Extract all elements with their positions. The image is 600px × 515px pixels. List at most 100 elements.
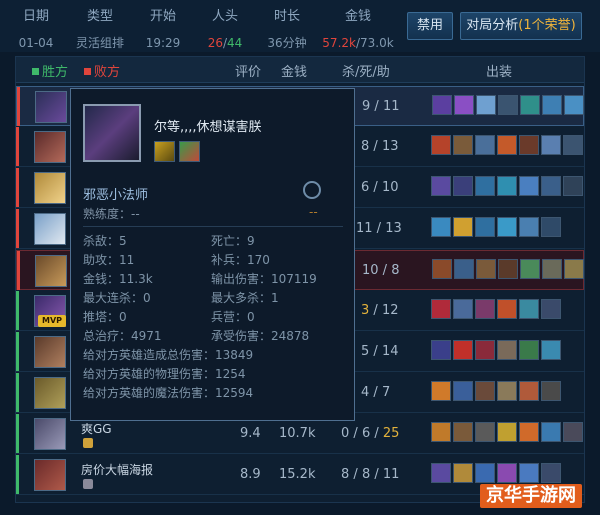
- stat-assists: 助攻：11: [83, 253, 135, 267]
- item-icon[interactable]: [475, 176, 495, 196]
- item-icon[interactable]: [519, 135, 539, 155]
- gold-other: 73.0k: [360, 36, 394, 50]
- item-icon[interactable]: [497, 340, 517, 360]
- champion-portrait[interactable]: [34, 131, 66, 163]
- item-icon[interactable]: [431, 463, 451, 483]
- item-icon[interactable]: [453, 217, 473, 237]
- item-icon[interactable]: [475, 217, 495, 237]
- item-icon[interactable]: [497, 135, 517, 155]
- item-icon[interactable]: [497, 176, 517, 196]
- kda-assists: 14: [381, 344, 399, 359]
- item-icon[interactable]: [520, 259, 540, 279]
- item-icon[interactable]: [475, 135, 495, 155]
- lose-color-icon: [84, 68, 91, 75]
- item-icon[interactable]: [475, 340, 495, 360]
- kda-value: 8 / 13: [361, 139, 399, 154]
- item-icon[interactable]: [541, 422, 561, 442]
- stat-champion-damage: 给对方英雄造成总伤害：13849: [83, 348, 254, 362]
- date-label: 日期: [22, 9, 49, 24]
- stat-gold: 金钱：11.3k: [83, 272, 153, 286]
- item-icon[interactable]: [520, 95, 540, 115]
- item-icon[interactable]: [519, 463, 539, 483]
- item-icon[interactable]: [453, 176, 473, 196]
- item-icon[interactable]: [498, 95, 518, 115]
- analysis-label: 对局分析: [466, 18, 519, 33]
- item-icon[interactable]: [431, 381, 451, 401]
- champion-portrait[interactable]: [34, 172, 66, 204]
- type-value: 灵活组排: [75, 36, 124, 50]
- match-analysis-button[interactable]: 对局分析(1个荣誉): [460, 12, 582, 40]
- champion-portrait[interactable]: [35, 91, 67, 123]
- item-icon[interactable]: [453, 422, 473, 442]
- item-icon[interactable]: [563, 135, 583, 155]
- stat-deaths: 死亡：9: [211, 234, 255, 248]
- kda-deaths: 4: [361, 385, 370, 400]
- item-icon[interactable]: [431, 340, 451, 360]
- kda-value: 8 / 8 / 11: [341, 467, 400, 482]
- item-icon[interactable]: [519, 176, 539, 196]
- tooltip-divider: [83, 226, 343, 227]
- item-icon[interactable]: [475, 422, 495, 442]
- item-icon[interactable]: [541, 463, 561, 483]
- item-icon[interactable]: [476, 259, 496, 279]
- item-icon[interactable]: [475, 463, 495, 483]
- item-icon[interactable]: [541, 176, 561, 196]
- item-icon[interactable]: [541, 340, 561, 360]
- item-icon[interactable]: [475, 299, 495, 319]
- champion-portrait[interactable]: [35, 255, 67, 287]
- kda-assists: 10: [381, 180, 399, 195]
- item-icon[interactable]: [563, 422, 583, 442]
- item-icon[interactable]: [431, 217, 451, 237]
- item-icon[interactable]: [519, 217, 539, 237]
- item-icon[interactable]: [431, 135, 451, 155]
- player-name[interactable]: 房价大幅海报: [81, 461, 153, 478]
- item-icon[interactable]: [497, 422, 517, 442]
- item-icon[interactable]: [564, 259, 584, 279]
- item-icon[interactable]: [475, 381, 495, 401]
- item-icon[interactable]: [453, 299, 473, 319]
- item-icon[interactable]: [432, 95, 452, 115]
- type-label: 类型: [86, 9, 113, 24]
- item-icon[interactable]: [497, 217, 517, 237]
- item-icon[interactable]: [454, 95, 474, 115]
- champion-portrait[interactable]: [34, 377, 66, 409]
- team-stripe: [16, 414, 19, 453]
- item-icon[interactable]: [519, 299, 539, 319]
- item-icon[interactable]: [519, 340, 539, 360]
- player-name[interactable]: 爽GG: [81, 420, 112, 437]
- champion-portrait[interactable]: [34, 213, 66, 245]
- item-icon[interactable]: [497, 381, 517, 401]
- item-icon[interactable]: [453, 340, 473, 360]
- item-icon[interactable]: [431, 422, 451, 442]
- item-icon[interactable]: [541, 381, 561, 401]
- item-icon[interactable]: [431, 299, 451, 319]
- item-icon[interactable]: [542, 95, 562, 115]
- item-icon[interactable]: [541, 217, 561, 237]
- item-icon[interactable]: [454, 259, 474, 279]
- champion-portrait[interactable]: [34, 418, 66, 450]
- site-watermark-logo: 京华手游网: [480, 484, 582, 508]
- item-icon[interactable]: [564, 95, 584, 115]
- item-icon[interactable]: [453, 463, 473, 483]
- item-icon[interactable]: [542, 259, 562, 279]
- item-icon[interactable]: [431, 176, 451, 196]
- ban-button[interactable]: 禁用: [407, 12, 453, 40]
- item-icon[interactable]: [453, 381, 473, 401]
- kills-column: 人头 26/44: [201, 8, 249, 52]
- champion-portrait[interactable]: [34, 336, 66, 368]
- item-icon[interactable]: [519, 381, 539, 401]
- item-icon[interactable]: [453, 135, 473, 155]
- item-icon[interactable]: [541, 135, 561, 155]
- item-icon[interactable]: [476, 95, 496, 115]
- kda-deaths: 6: [361, 180, 370, 195]
- item-icon[interactable]: [497, 463, 517, 483]
- tooltip-proficiency: 熟练度：--: [83, 207, 140, 221]
- item-icon[interactable]: [432, 259, 452, 279]
- header-gold: 金钱: [281, 65, 308, 80]
- item-icon[interactable]: [497, 299, 517, 319]
- item-icon[interactable]: [541, 299, 561, 319]
- item-icon[interactable]: [498, 259, 518, 279]
- champion-portrait[interactable]: [34, 459, 66, 491]
- item-icon[interactable]: [519, 422, 539, 442]
- item-icon[interactable]: [563, 176, 583, 196]
